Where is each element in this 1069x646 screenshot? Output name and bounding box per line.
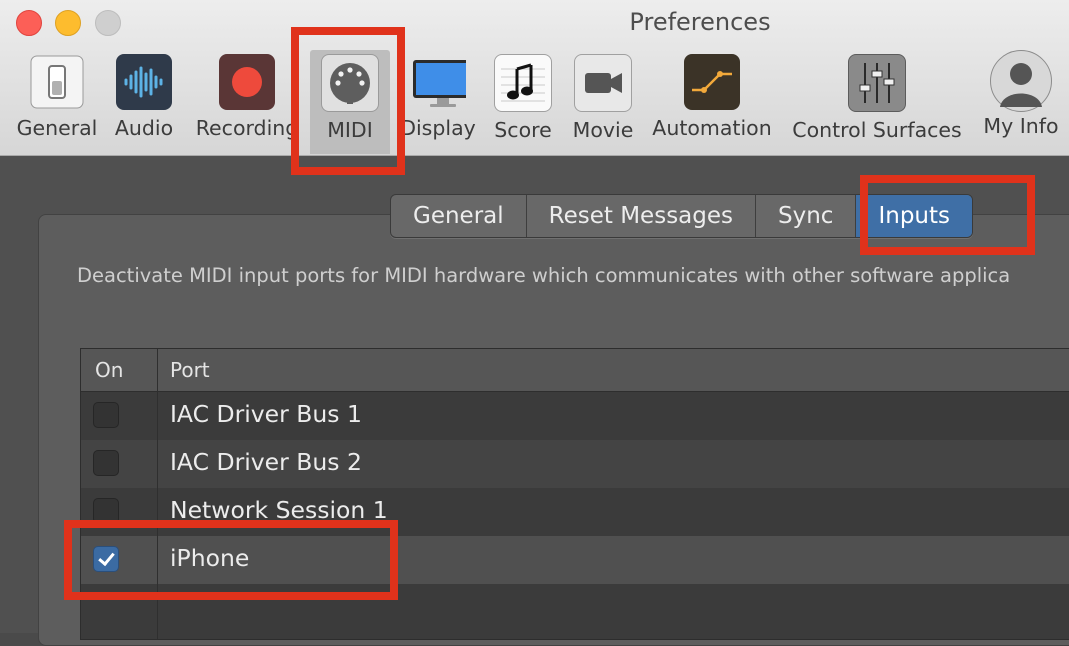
close-window-button[interactable] <box>16 10 42 36</box>
toolbar-item-score[interactable]: Score <box>488 50 558 154</box>
tab-reset-messages[interactable]: Reset Messages <box>527 195 757 237</box>
table-row[interactable]: Network Session 1 <box>81 488 1069 536</box>
midi-input-ports-table: On Port IAC Driver Bus 1 IAC Driver Bus … <box>80 348 1069 640</box>
video-camera-icon <box>574 54 632 112</box>
record-icon <box>219 54 275 110</box>
table-row[interactable]: iPhone <box>81 536 1069 584</box>
tab-general[interactable]: General <box>391 195 527 237</box>
window-title: Preferences <box>629 8 771 36</box>
tab-sync[interactable]: Sync <box>756 195 857 237</box>
toolbar-item-display[interactable]: Display <box>398 50 478 154</box>
midi-connector-icon <box>321 54 379 112</box>
toolbar-item-movie[interactable]: Movie <box>566 50 640 154</box>
toolbar-item-general[interactable]: General <box>12 50 102 154</box>
port-enable-checkbox[interactable] <box>93 498 119 524</box>
user-avatar-icon <box>990 50 1052 112</box>
monitor-icon <box>410 54 466 110</box>
column-header-port[interactable]: Port <box>170 349 210 391</box>
tab-inputs[interactable]: Inputs <box>856 195 972 237</box>
faders-icon <box>848 54 906 112</box>
port-name: IAC Driver Bus 1 <box>170 400 362 428</box>
toolbar-item-recording[interactable]: Recording <box>192 50 302 154</box>
table-row[interactable]: IAC Driver Bus 2 <box>81 440 1069 488</box>
port-enable-checkbox[interactable] <box>93 450 119 476</box>
midi-tab-bar: General Reset Messages Sync Inputs <box>390 194 973 238</box>
toolbar-item-midi[interactable]: MIDI <box>310 50 390 154</box>
port-name: IAC Driver Bus 2 <box>170 448 362 476</box>
automation-curve-icon <box>684 54 740 110</box>
toolbar-item-automation[interactable]: Automation <box>650 50 774 154</box>
toolbar-item-my-info[interactable]: My Info <box>978 50 1064 154</box>
toolbar-item-control-surfaces[interactable]: Control Surfaces <box>786 50 968 154</box>
table-row[interactable]: IAC Driver Bus 1 <box>81 392 1069 440</box>
column-header-on[interactable]: On <box>95 349 123 391</box>
port-name: Network Session 1 <box>170 496 388 524</box>
inputs-description: Deactivate MIDI input ports for MIDI har… <box>77 264 1011 287</box>
waveform-icon <box>116 54 172 110</box>
table-header: On Port <box>81 349 1069 392</box>
window-toolbar: Preferences General Audio Recording MIDI… <box>0 0 1069 156</box>
music-note-icon <box>494 54 552 112</box>
minimize-window-button[interactable] <box>55 10 81 36</box>
port-name: iPhone <box>170 544 250 572</box>
port-enable-checkbox[interactable] <box>93 546 119 572</box>
column-divider <box>157 349 158 639</box>
zoom-window-button[interactable] <box>95 10 121 36</box>
toolbar-item-audio[interactable]: Audio <box>108 50 180 154</box>
port-enable-checkbox[interactable] <box>93 402 119 428</box>
switch-icon <box>29 54 85 110</box>
